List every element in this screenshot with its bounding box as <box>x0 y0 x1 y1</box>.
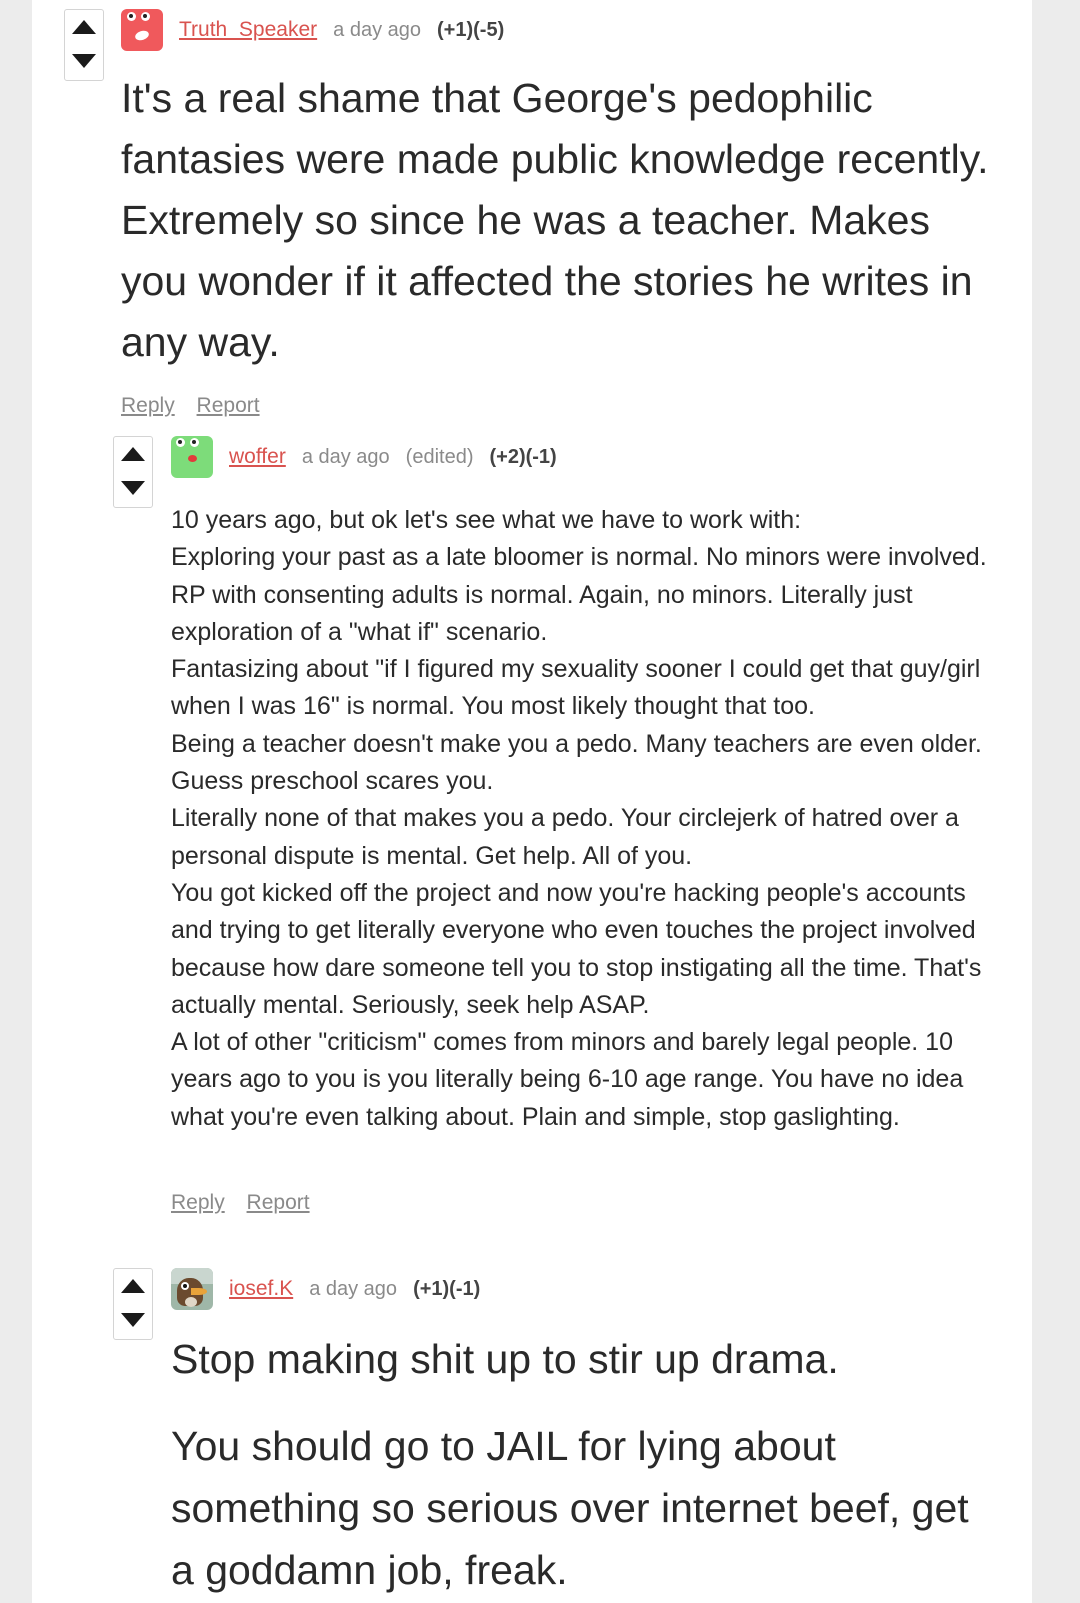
edited-label: (edited) <box>405 445 474 468</box>
comment-line: Exploring your past as a late bloomer is… <box>171 543 987 572</box>
upvote-arrow-icon[interactable] <box>121 447 145 461</box>
comment-body: 10 years ago, but ok let's see what we h… <box>171 502 1001 1136</box>
vote-widget <box>64 9 104 81</box>
reply-link[interactable]: Reply <box>171 1191 225 1214</box>
comment-text: It's a real shame that George's pedophil… <box>121 75 989 365</box>
comment-line: RP with consenting adults is normal. Aga… <box>171 580 913 646</box>
username-link[interactable]: woffer <box>229 445 286 469</box>
reply-link[interactable]: Reply <box>121 394 175 417</box>
downvote-arrow-icon[interactable] <box>121 1313 145 1327</box>
comment-text: You should go to JAIL for lying about so… <box>171 1423 969 1593</box>
comment-body: Stop making shit up to stir up drama. Yo… <box>171 1328 991 1601</box>
upvote-arrow-icon[interactable] <box>121 1279 145 1293</box>
comment-header: iosef.K a day ago (+1)(-1) <box>171 1268 480 1310</box>
comment-text: Stop making shit up to stir up drama. <box>171 1336 839 1382</box>
avatar[interactable] <box>171 1268 213 1310</box>
comment-body: It's a real shame that George's pedophil… <box>121 68 1001 373</box>
vote-score: (+1)(-1) <box>413 1277 481 1300</box>
vote-widget <box>113 1268 153 1340</box>
vote-score: (+1)(-5) <box>437 18 505 41</box>
timestamp: a day ago <box>301 445 390 468</box>
upvote-arrow-icon[interactable] <box>72 20 96 34</box>
avatar[interactable] <box>171 436 213 478</box>
downvote-arrow-icon[interactable] <box>121 481 145 495</box>
report-link[interactable]: Report <box>197 394 260 417</box>
username-link[interactable]: Truth_Speaker <box>179 18 317 42</box>
username-link[interactable]: iosef.K <box>229 1277 293 1301</box>
comment-line: Literally none of that makes you a pedo.… <box>171 804 959 870</box>
comment-line: Fantasizing about "if I figured my sexua… <box>171 655 981 721</box>
comment-line: A lot of other "criticism" comes from mi… <box>171 1028 964 1131</box>
comment-line: You got kicked off the project and now y… <box>171 878 982 1019</box>
comment-line: 10 years ago, but ok let's see what we h… <box>171 506 802 534</box>
timestamp: a day ago <box>333 18 421 41</box>
report-link[interactable]: Report <box>247 1191 310 1214</box>
comment-actions: Reply Report <box>121 394 276 418</box>
comment-actions: Reply Report <box>171 1191 326 1215</box>
downvote-arrow-icon[interactable] <box>72 54 96 68</box>
comment-header: Truth_Speaker a day ago (+1)(-5) <box>121 9 504 51</box>
vote-score: (+2)(-1) <box>489 445 557 468</box>
comment-header: woffer a day ago (edited) (+2)(-1) <box>171 436 557 478</box>
timestamp: a day ago <box>309 1277 398 1300</box>
avatar[interactable] <box>121 9 163 51</box>
comment-line: Being a teacher doesn't make you a pedo.… <box>171 729 982 796</box>
vote-widget <box>113 436 153 508</box>
